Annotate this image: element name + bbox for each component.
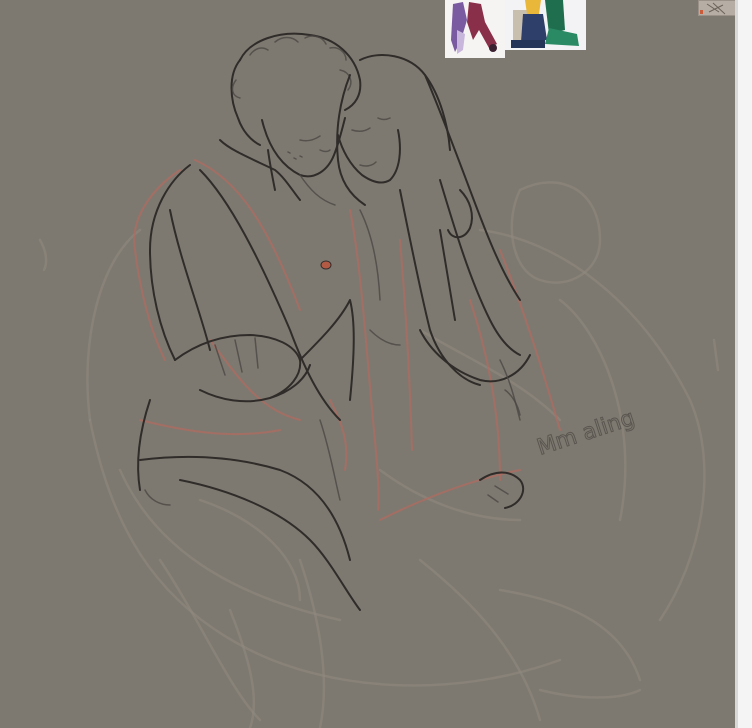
scrollbar-track[interactable] <box>735 0 738 728</box>
sketch-artwork: Mm aling <box>38 32 720 728</box>
sketch-handwriting: Mm aling <box>534 406 638 461</box>
vertical-scrollbar[interactable] <box>735 0 752 728</box>
rough-construction-lines <box>38 181 720 728</box>
right-figure-lineart <box>299 54 531 509</box>
red-construction-lines <box>133 159 561 521</box>
drawing-canvas[interactable]: Mm aling <box>0 0 735 728</box>
